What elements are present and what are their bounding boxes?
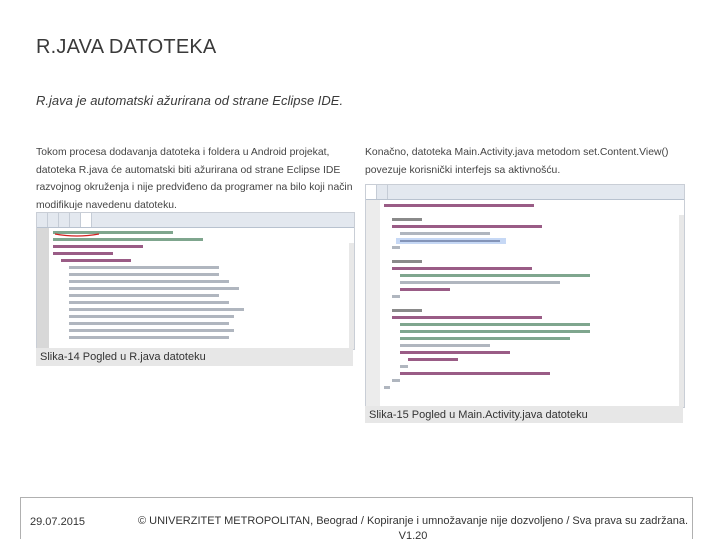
r-java-screenshot [36,212,355,350]
editor-tab [377,185,388,199]
editor-tab [81,213,92,227]
right-paragraph: Konačno, datoteka Main.Activity.java met… [365,147,669,176]
editor-tab [70,213,81,227]
editor-scrollbar[interactable] [679,215,684,407]
editor-scrollbar[interactable] [349,243,354,349]
footer-date: 29.07.2015 [30,516,86,528]
editor-tab [37,213,48,227]
code-editor [37,228,354,349]
main-activity-screenshot [365,184,685,408]
slide-title: R.JAVA DATOTEKA [36,36,217,58]
editor-tab-bar [366,185,684,200]
editor-tab [59,213,70,227]
caption-left: Slika-14 Pogled u R.java datoteku [36,348,353,366]
code-rendering [366,200,590,407]
editor-tab-bar [37,213,354,228]
editor-tab [366,185,377,199]
code-rendering [37,228,244,349]
editor-tab [48,213,59,227]
left-paragraph: Tokom procesa dodavanja datoteka i folde… [36,147,353,211]
code-editor [366,200,684,407]
caption-right: Slika-15 Pogled u Main.Activity.java dat… [365,406,683,423]
slide-subtitle: R.java je automatski ažurirana od strane… [36,93,344,108]
